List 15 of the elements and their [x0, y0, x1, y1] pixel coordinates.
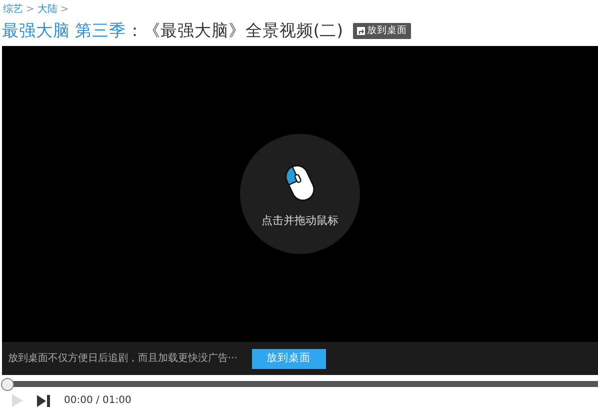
next-icon[interactable]: [37, 394, 50, 406]
drag-hint-text: 点击并拖动鼠标: [262, 212, 338, 229]
breadcrumb-link[interactable]: 大陆: [37, 2, 58, 17]
progress-track[interactable]: [2, 378, 598, 391]
desktop-button[interactable]: 放到桌面: [353, 23, 412, 39]
video-player[interactable]: 点击并拖动鼠标: [2, 46, 598, 342]
promo-text: 放到桌面不仅方便日后追剧，而且加载更快没广告···: [8, 352, 238, 366]
video-title: 最强大脑 第三季：《最强大脑》全景视频(二): [2, 20, 344, 42]
shortcut-icon: [357, 27, 366, 35]
breadcrumb-separator: >: [60, 3, 69, 17]
time-display: 00:00 / 01:00: [64, 394, 132, 407]
desktop-button[interactable]: 放到桌面: [252, 348, 326, 368]
breadcrumb-link[interactable]: 综艺: [3, 2, 23, 17]
progress-handle[interactable]: [1, 378, 14, 391]
breadcrumb-separator: >: [26, 3, 34, 17]
